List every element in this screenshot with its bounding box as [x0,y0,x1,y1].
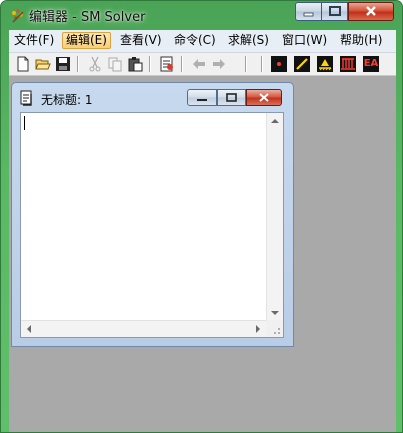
menu-help[interactable]: 帮助(H) [337,32,385,49]
editor-child-window: 无标题: 1 [11,82,294,347]
child-window-title: 无标题: 1 [41,93,93,107]
title-bar[interactable]: 编辑器 - SM Solver [1,1,402,29]
yellow-line-icon[interactable] [294,56,310,72]
distributed-load-icon[interactable] [340,56,356,72]
save-icon[interactable] [55,56,71,72]
window-title: 编辑器 - SM Solver [29,10,146,25]
scroll-down-icon[interactable] [271,310,279,316]
horizontal-scrollbar[interactable] [21,320,266,337]
mdi-workspace: 无标题: 1 [9,76,396,432]
scroll-up-icon[interactable] [271,118,279,124]
menu-command[interactable]: 命令(C) [171,32,219,49]
close-button[interactable] [348,2,394,21]
app-sparkle-icon [12,9,24,23]
back-arrow-icon[interactable] [191,56,207,72]
child-minimize-button[interactable] [187,89,217,106]
menu-file[interactable]: 文件(F) [11,32,57,49]
scroll-right-icon[interactable] [255,325,261,333]
copy-icon[interactable] [107,56,123,72]
toolbar-separator [261,56,262,72]
red-point-icon[interactable] [271,56,287,72]
forward-arrow-icon[interactable] [211,56,227,72]
minimize-icon [303,12,314,17]
close-icon [259,93,269,102]
document-icon [20,90,32,106]
maximize-icon [226,93,237,102]
maximize-icon [329,6,341,16]
main-window: 编辑器 - SM Solver 文件(F) 编辑(E) 查看(V) 命令(C) … [0,0,403,433]
support-icon[interactable] [317,56,333,72]
text-editor[interactable] [20,112,284,338]
solve-document-icon[interactable] [159,56,175,72]
menu-window[interactable]: 窗口(W) [279,32,330,49]
new-file-icon[interactable] [15,56,31,72]
child-close-button[interactable] [246,89,282,106]
paste-icon[interactable] [127,56,143,72]
resize-grip[interactable] [266,320,283,337]
cut-icon[interactable] [87,56,103,72]
toolbar-separator [245,56,246,72]
open-folder-icon[interactable] [35,56,51,72]
child-maximize-button[interactable] [217,89,246,106]
toolbar-separator [149,56,150,72]
scroll-left-icon[interactable] [26,325,32,333]
toolbar: EA [9,53,396,76]
minimize-button[interactable] [295,2,322,21]
menu-solve[interactable]: 求解(S) [225,32,272,49]
maximize-button[interactable] [321,2,348,21]
menu-edit[interactable]: 编辑(E) [62,32,111,49]
toolbar-separator [181,56,182,72]
close-icon [366,6,376,16]
vertical-scrollbar[interactable] [266,113,283,321]
size-grip-icon [274,328,280,334]
toolbar-separator [77,56,78,72]
text-caret [24,116,25,130]
ea-icon[interactable]: EA [363,56,379,72]
minimize-icon [197,99,207,101]
menu-bar: 文件(F) 编辑(E) 查看(V) 命令(C) 求解(S) 窗口(W) 帮助(H… [9,30,396,53]
menu-view[interactable]: 查看(V) [117,32,165,49]
